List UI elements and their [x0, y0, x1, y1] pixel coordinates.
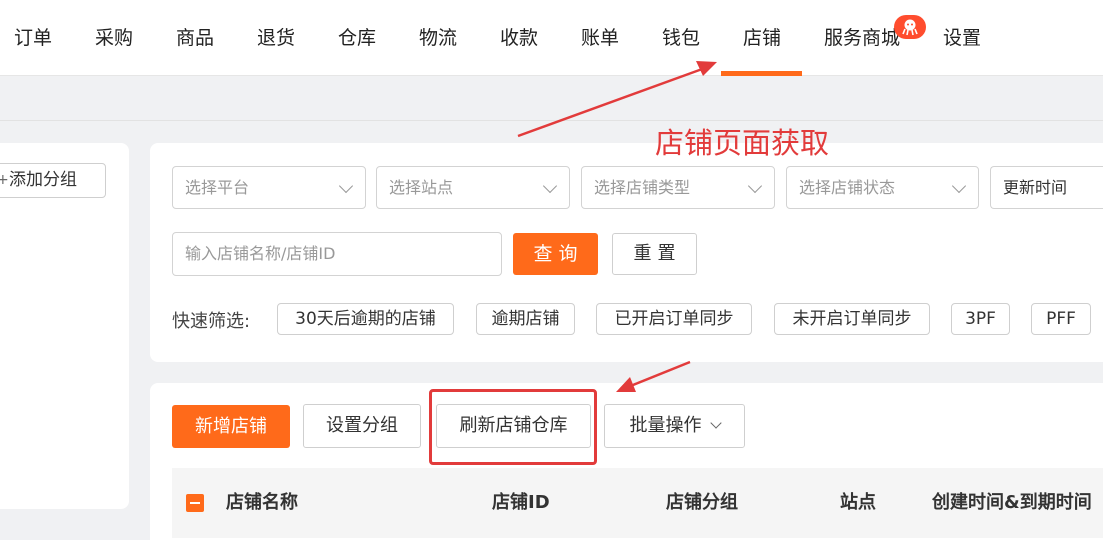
chip-overdue[interactable]: 逾期店铺 — [476, 303, 575, 335]
site-select-placeholder: 选择站点 — [389, 178, 454, 197]
batch-ops-button[interactable]: 批量操作 — [604, 404, 745, 448]
nav-item-settings[interactable]: 设置 — [943, 0, 981, 76]
annotation-label: 店铺页面获取 — [655, 126, 830, 160]
chip-order-sync-on[interactable]: 已开启订单同步 — [596, 303, 752, 335]
table-header: 店铺名称 店铺ID 店铺分组 站点 创建时间&到期时间 — [172, 468, 1103, 538]
chip-pff[interactable]: PFF — [1031, 303, 1091, 335]
nav-item-bills[interactable]: 账单 — [581, 0, 619, 76]
store-type-select[interactable]: 选择店铺类型 — [581, 166, 775, 209]
filter-panel: 选择平台 选择站点 选择店铺类型 选择店铺状态 更新时间 输入店铺名称/店铺ID… — [150, 143, 1103, 362]
reset-button[interactable]: 重置 — [612, 233, 697, 275]
set-group-button[interactable]: 设置分组 — [303, 404, 421, 448]
column-store-id[interactable]: 店铺ID — [492, 468, 550, 538]
store-search-input[interactable]: 输入店铺名称/店铺ID — [172, 232, 502, 276]
chevron-down-icon — [951, 178, 967, 194]
nav-item-orders[interactable]: 订单 — [14, 0, 52, 76]
top-nav: 订单 采购 商品 退货 仓库 物流 收款 账单 钱包 店铺 服务商城 设置 — [0, 0, 1103, 76]
column-created-expiry[interactable]: 创建时间&到期时间 — [932, 468, 1092, 538]
add-group-label: 添加分组 — [9, 170, 77, 190]
add-group-button[interactable]: + 添加分组 — [0, 163, 106, 198]
new-store-button[interactable]: 新增店铺 — [172, 405, 290, 448]
sort-select[interactable]: 更新时间 — [990, 166, 1103, 209]
query-button[interactable]: 查询 — [513, 233, 598, 275]
octopus-icon — [894, 15, 926, 39]
chevron-down-icon — [338, 178, 354, 194]
nav-item-warehouse[interactable]: 仓库 — [338, 0, 376, 76]
select-all-checkbox[interactable] — [186, 494, 204, 512]
annotation-highlight-box — [429, 389, 597, 465]
group-sidebar: + 添加分组 — [0, 143, 129, 509]
chevron-down-icon — [542, 178, 558, 194]
store-table-panel: 新增店铺 设置分组 刷新店铺仓库 批量操作 店铺名称 店铺ID 店铺分组 站点 … — [150, 383, 1103, 540]
platform-select-placeholder: 选择平台 — [185, 178, 250, 197]
plus-icon: + — [0, 172, 9, 188]
column-store-name[interactable]: 店铺名称 — [226, 468, 298, 538]
nav-item-service-mall[interactable]: 服务商城 — [824, 0, 900, 76]
chevron-down-icon — [747, 178, 763, 194]
column-site[interactable]: 站点 — [840, 468, 876, 538]
platform-select[interactable]: 选择平台 — [172, 166, 366, 209]
nav-item-returns[interactable]: 退货 — [257, 0, 295, 76]
nav-item-products[interactable]: 商品 — [176, 0, 214, 76]
quick-filter-label: 快速筛选: — [172, 311, 251, 332]
active-tab-indicator — [721, 71, 802, 76]
site-select[interactable]: 选择站点 — [376, 166, 570, 209]
chip-expiring-30-days[interactable]: 30天后逾期的店铺 — [277, 303, 454, 335]
sort-select-label: 更新时间 — [1003, 178, 1068, 197]
nav-item-wallet[interactable]: 钱包 — [662, 0, 700, 76]
chip-order-sync-off[interactable]: 未开启订单同步 — [774, 303, 930, 335]
nav-item-logistics[interactable]: 物流 — [419, 0, 457, 76]
store-status-select[interactable]: 选择店铺状态 — [786, 166, 979, 209]
chevron-down-icon — [709, 417, 722, 429]
store-status-select-placeholder: 选择店铺状态 — [799, 178, 896, 197]
nav-item-payments[interactable]: 收款 — [500, 0, 538, 76]
nav-item-purchase[interactable]: 采购 — [95, 0, 133, 76]
store-type-select-placeholder: 选择店铺类型 — [594, 178, 691, 197]
chip-3pf[interactable]: 3PF — [951, 303, 1010, 335]
sub-header-bar — [0, 77, 1103, 121]
batch-ops-label: 批量操作 — [629, 415, 702, 436]
nav-item-stores[interactable]: 店铺 — [743, 0, 781, 76]
column-store-group[interactable]: 店铺分组 — [666, 468, 738, 538]
